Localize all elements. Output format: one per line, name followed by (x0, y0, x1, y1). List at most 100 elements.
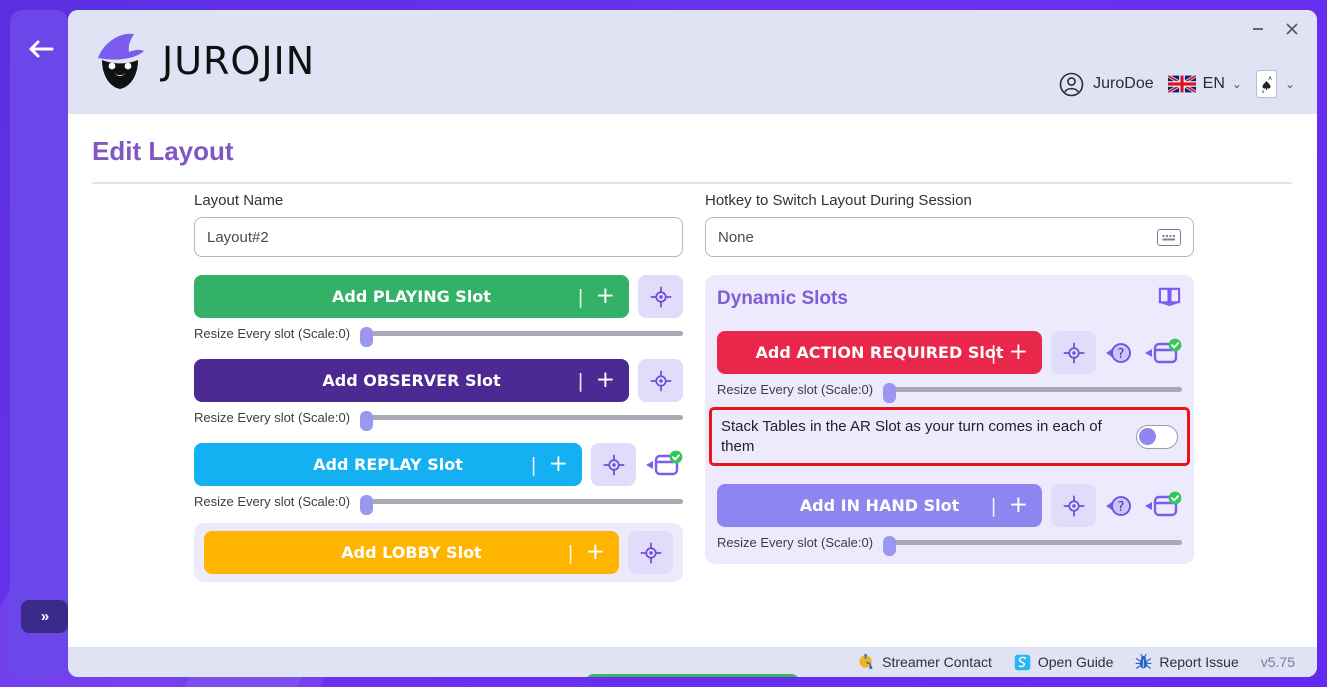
crosshair-icon (650, 370, 671, 391)
target-playing-button[interactable] (638, 275, 683, 318)
title-divider (92, 182, 1292, 184)
playing-card-icon: A v (1255, 70, 1277, 98)
header-right-controls: JuroDoe EN ⌄ A v ⌄ (1059, 70, 1295, 98)
user-menu[interactable]: JuroDoe (1059, 72, 1154, 97)
slider-thumb[interactable] (360, 410, 374, 431)
open-guide-label: Open Guide (1037, 654, 1114, 670)
plus-icon[interactable]: + (549, 453, 568, 476)
slider-thumb[interactable] (883, 382, 897, 403)
minimize-icon (1253, 28, 1263, 30)
resize-slider-replay[interactable] (360, 494, 683, 515)
window-check-icon (646, 450, 683, 475)
help-action-required-button[interactable]: ? (1105, 339, 1135, 367)
divider: | (990, 341, 997, 364)
report-issue-link[interactable]: Report Issue (1135, 653, 1239, 671)
guide-icon (1014, 654, 1031, 670)
close-button[interactable] (1277, 16, 1307, 42)
add-replay-plus-group[interactable]: | + (530, 453, 568, 476)
target-action-required-button[interactable] (1051, 331, 1096, 374)
save-row: Save Changes (68, 674, 1317, 677)
svg-text:A: A (1268, 76, 1272, 82)
slider-track (360, 415, 683, 420)
add-observer-slot-label: Add OBSERVER Slot (322, 371, 501, 390)
toggle-knob (1139, 427, 1156, 445)
headset-icon (859, 653, 873, 669)
title-bar: JUROJIN JuroDoe EN ⌄ A v ⌄ (68, 10, 1317, 114)
open-book-button[interactable] (1157, 285, 1182, 313)
add-lobby-plus-group[interactable]: | + (567, 541, 605, 564)
hotkey-value: None (718, 228, 754, 246)
resize-slider-playing[interactable] (360, 326, 683, 347)
add-action-required-slot-button[interactable]: Add ACTION REQUIRED Slot | + (717, 331, 1042, 374)
help-in-hand-button[interactable]: ? (1105, 492, 1135, 520)
target-observer-button[interactable] (638, 359, 683, 402)
window-preview-replay-button[interactable] (645, 450, 683, 480)
dynamic-slots-panel: Dynamic Slots Add ACTION REQUIRED Slot |… (705, 275, 1194, 564)
add-replay-slot-label: Add REPLAY Slot (313, 455, 463, 474)
expand-sidebar-label: » (40, 608, 49, 625)
expand-sidebar-button[interactable]: » (21, 600, 68, 633)
stack-tables-toggle[interactable] (1136, 424, 1178, 449)
target-replay-button[interactable] (591, 443, 636, 486)
window-preview-in-hand-button[interactable] (1144, 491, 1182, 521)
add-observer-plus-group[interactable]: | + (577, 369, 615, 392)
plus-icon[interactable]: + (586, 541, 605, 564)
crosshair-icon (640, 542, 661, 563)
language-selector[interactable]: EN ⌄ (1167, 75, 1242, 93)
add-in-hand-slot-button[interactable]: Add IN HAND Slot | + (717, 484, 1042, 527)
add-lobby-slot-button[interactable]: Add LOBBY Slot | + (204, 531, 619, 574)
divider: | (990, 494, 997, 517)
add-action-required-slot-label: Add ACTION REQUIRED Slot (755, 343, 1004, 362)
plus-icon[interactable]: + (596, 369, 615, 392)
resize-slider-in-hand[interactable] (883, 535, 1182, 556)
add-ar-plus-group[interactable]: | + (990, 341, 1028, 364)
hotkey-input[interactable]: None (705, 217, 1194, 257)
arrow-left-icon (29, 40, 54, 58)
open-guide-link[interactable]: Open Guide (1014, 654, 1114, 671)
stack-tables-option-row[interactable]: Stack Tables in the AR Slot as your turn… (709, 407, 1190, 466)
plus-icon[interactable]: + (1009, 494, 1028, 517)
window-preview-action-required-button[interactable] (1144, 338, 1182, 368)
resize-label-replay: Resize Every slot (Scale:0) (194, 494, 351, 509)
user-avatar-icon (1059, 72, 1084, 96)
streamer-contact-link[interactable]: Streamer Contact (858, 653, 992, 671)
slider-thumb[interactable] (360, 494, 374, 515)
user-name: JuroDoe (1093, 75, 1154, 92)
target-lobby-button[interactable] (628, 531, 673, 574)
resize-slider-action-required[interactable] (883, 382, 1182, 403)
svg-text:?: ? (1118, 347, 1125, 362)
stack-tables-label: Stack Tables in the AR Slot as your turn… (721, 418, 1102, 455)
card-theme-selector[interactable]: A v ⌄ (1255, 70, 1295, 98)
target-in-hand-button[interactable] (1051, 484, 1096, 527)
bug-icon (1135, 653, 1152, 669)
app-window: JUROJIN JuroDoe EN ⌄ A v ⌄ Edit Layout L… (68, 10, 1317, 677)
add-in-hand-plus-group[interactable]: | + (990, 494, 1028, 517)
back-button[interactable] (24, 32, 58, 66)
slot-row-playing: Add PLAYING Slot | + (194, 275, 683, 318)
svg-text:v: v (1261, 89, 1264, 94)
divider: | (577, 285, 584, 308)
slider-thumb[interactable] (360, 326, 374, 347)
add-playing-slot-button[interactable]: Add PLAYING Slot | + (194, 275, 629, 318)
resize-label-playing: Resize Every slot (Scale:0) (194, 326, 351, 341)
resize-slider-observer[interactable] (360, 410, 683, 431)
plus-icon[interactable]: + (596, 285, 615, 308)
streamer-contact-label: Streamer Contact (882, 654, 992, 670)
plus-icon[interactable]: + (1009, 341, 1028, 364)
crosshair-icon (1063, 342, 1084, 363)
save-changes-button[interactable]: Save Changes (584, 674, 801, 677)
add-replay-slot-button[interactable]: Add REPLAY Slot | + (194, 443, 582, 486)
brand-name: JUROJIN (162, 39, 316, 83)
layout-name-input[interactable]: Layout#2 (194, 217, 683, 257)
keyboard-icon[interactable] (1157, 228, 1181, 246)
minimize-button[interactable] (1243, 16, 1273, 42)
chevron-down-icon-2: ⌄ (1284, 77, 1295, 91)
slider-thumb[interactable] (883, 535, 897, 556)
page-title: Edit Layout (92, 136, 234, 166)
layout-columns: Layout Name Layout#2 Add PLAYING Slot | … (194, 192, 1194, 582)
static-slots-column: Layout Name Layout#2 Add PLAYING Slot | … (194, 192, 683, 582)
add-playing-plus-group[interactable]: | + (577, 285, 615, 308)
language-label: EN (1202, 75, 1225, 92)
brand-logo: JUROJIN (90, 32, 315, 90)
add-observer-slot-button[interactable]: Add OBSERVER Slot | + (194, 359, 629, 402)
